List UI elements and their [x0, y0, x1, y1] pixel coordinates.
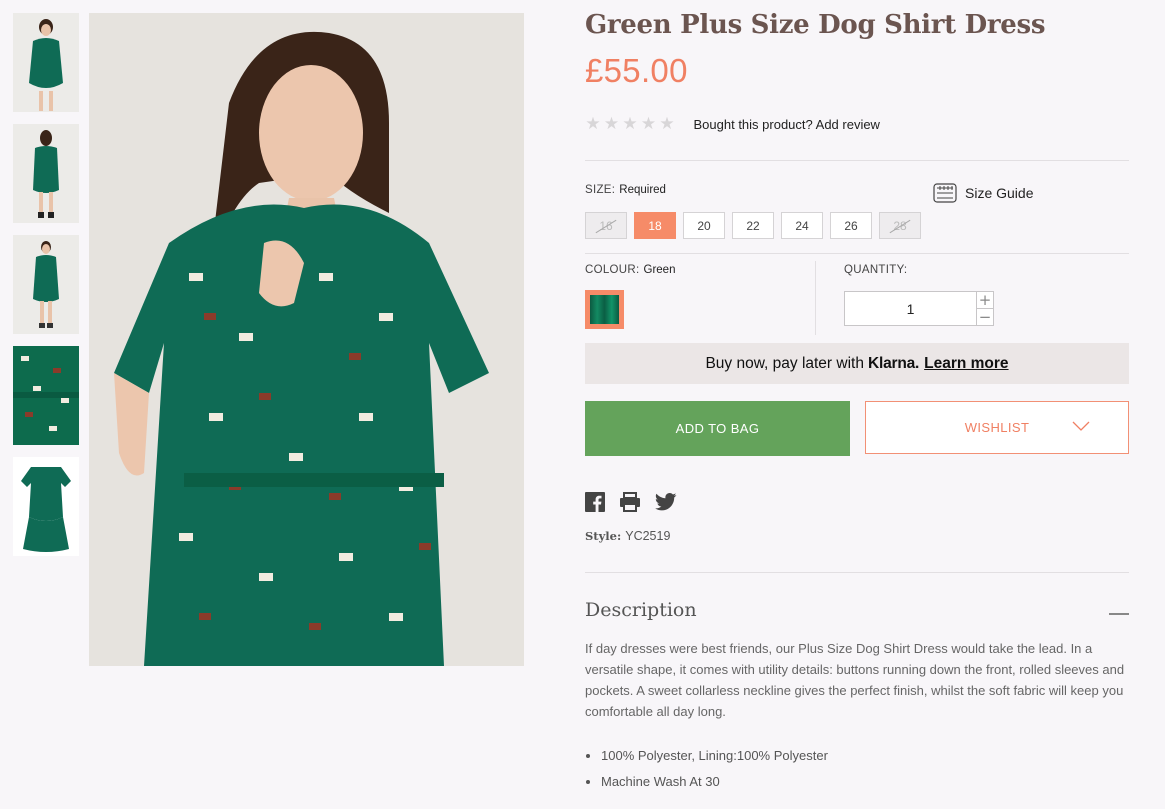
star-icon[interactable]: ★ — [604, 116, 620, 133]
model-front-image — [29, 19, 63, 111]
thumbnail-front[interactable] — [13, 13, 79, 112]
model-photo — [89, 13, 524, 666]
wishlist-button[interactable]: WISHLIST — [865, 401, 1129, 454]
star-icon[interactable]: ★ — [585, 116, 601, 133]
collapse-minus-icon[interactable] — [1109, 613, 1129, 615]
divider — [585, 253, 1129, 254]
star-icon[interactable]: ★ — [622, 116, 638, 133]
size-label: SIZE: Required — [585, 184, 666, 196]
model-full-image — [33, 241, 59, 328]
rating-row: ★ ★ ★ ★ ★ Bought this product? Add revie… — [585, 116, 880, 133]
size-options: 16 18 20 22 24 26 28 — [585, 212, 928, 239]
star-icon[interactable]: ★ — [659, 116, 675, 133]
facebook-icon[interactable] — [585, 492, 605, 516]
size-option-20[interactable]: 20 — [683, 212, 725, 239]
description-body: If day dresses were best friends, our Pl… — [585, 641, 1125, 719]
colour-value: Green — [643, 264, 676, 276]
klarna-text: Buy now, pay later with — [705, 354, 864, 372]
colour-label-text: COLOUR: — [585, 264, 640, 276]
flat-lay-image — [21, 467, 71, 552]
quantity-input[interactable] — [845, 292, 977, 325]
model-back-image — [33, 130, 59, 218]
thumbnail-fabric[interactable] — [13, 346, 79, 445]
list-item: 100% Polyester, Lining:100% Polyester — [585, 743, 828, 769]
klarna-learn-more-link[interactable]: Learn more — [924, 355, 1008, 373]
thumbnail-list — [13, 13, 79, 568]
klarna-brand: Klarna. — [867, 354, 920, 372]
divider — [585, 572, 1129, 573]
size-option-22[interactable]: 22 — [732, 212, 774, 239]
ruler-icon — [933, 183, 957, 203]
size-option-16[interactable]: 16 — [585, 212, 627, 239]
vertical-divider — [815, 261, 816, 335]
star-icon[interactable]: ★ — [641, 116, 657, 133]
colour-label: COLOUR: Green — [585, 264, 675, 276]
colour-swatch-green[interactable] — [585, 290, 624, 329]
quantity-minus-button[interactable]: − — [977, 309, 993, 325]
size-option-26[interactable]: 26 — [830, 212, 872, 239]
thumbnail-back[interactable] — [13, 124, 79, 223]
wishlist-label: WISHLIST — [964, 420, 1030, 435]
product-title: Green Plus Size Dog Shirt Dress — [585, 10, 1046, 40]
swatch-fill — [590, 295, 619, 324]
list-item: Machine Wash At 30 — [585, 769, 828, 795]
quantity-steps: + − — [977, 292, 993, 325]
thumbnail-full[interactable] — [13, 235, 79, 334]
size-option-28[interactable]: 28 — [879, 212, 921, 239]
print-icon[interactable] — [619, 492, 641, 516]
product-price: £55.00 — [585, 52, 688, 89]
size-required-text: Required — [619, 184, 666, 196]
klarna-banner: Buy now, pay later with Klarna. Learn mo… — [585, 343, 1129, 384]
size-label-text: SIZE: — [585, 184, 616, 196]
description-bullets: 100% Polyester, Lining:100% Polyester Ma… — [585, 743, 828, 795]
twitter-icon[interactable] — [655, 493, 677, 515]
add-review-link[interactable]: Bought this product? Add review — [694, 117, 880, 132]
style-code: Style: YC2519 — [585, 529, 670, 543]
quantity-stepper: + − — [844, 291, 994, 326]
thumbnail-flat[interactable] — [13, 457, 79, 556]
share-row — [585, 492, 691, 516]
main-product-image — [89, 13, 524, 666]
size-option-18[interactable]: 18 — [634, 212, 676, 239]
style-label: Style: — [585, 529, 622, 543]
style-value: YC2519 — [625, 529, 671, 543]
size-guide-link[interactable]: Size Guide — [933, 182, 1033, 204]
quantity-plus-button[interactable]: + — [977, 292, 993, 309]
quantity-label: QUANTITY: — [844, 264, 908, 276]
add-to-bag-button[interactable]: ADD TO BAG — [585, 401, 850, 456]
description-heading: Description — [585, 599, 697, 621]
chevron-down-icon — [1072, 421, 1090, 431]
divider — [585, 160, 1129, 161]
size-guide-label: Size Guide — [965, 185, 1034, 201]
fabric-detail-image — [13, 356, 79, 431]
size-option-24[interactable]: 24 — [781, 212, 823, 239]
